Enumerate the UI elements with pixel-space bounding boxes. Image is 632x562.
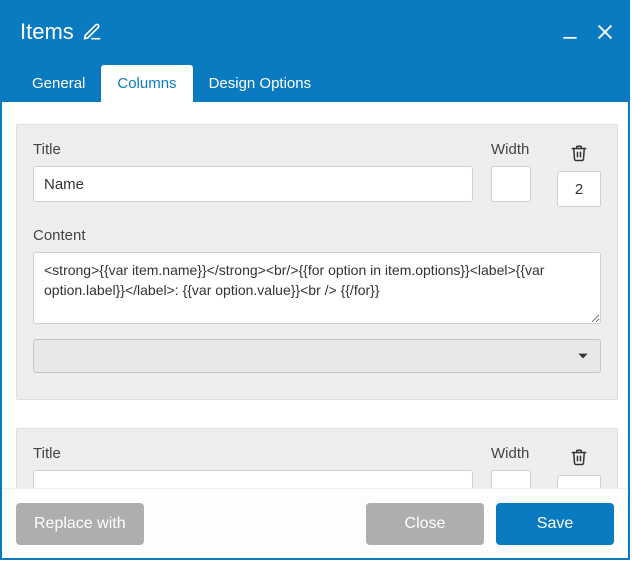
width-input[interactable] [491,166,531,202]
column-panel: Title Width Content [16,124,618,400]
title-label: Title [33,141,473,158]
width-label: Width [491,141,539,158]
title-bar: Items [2,2,628,62]
chevron-down-icon [576,349,590,363]
delete-button[interactable] [570,141,588,163]
close-button[interactable]: Close [366,503,484,545]
content-textarea[interactable] [33,252,601,324]
window-controls [560,21,616,43]
order-input[interactable] [557,475,601,488]
content-area: Title Width Content [2,102,628,488]
edit-icon[interactable] [82,22,102,42]
trash-icon [570,447,588,467]
tab-design-options[interactable]: Design Options [193,65,328,102]
title-label: Title [33,445,473,462]
minimize-button[interactable] [560,22,580,42]
dialog-footer: Replace with Close Save [2,488,628,558]
replace-with-button[interactable]: Replace with [16,503,144,545]
title-input[interactable] [33,166,473,202]
order-input[interactable] [557,171,601,207]
tab-columns[interactable]: Columns [101,65,192,102]
width-input[interactable] [491,470,531,488]
trash-icon [570,143,588,163]
window-title-text: Items [20,19,74,45]
save-button[interactable]: Save [496,503,614,545]
close-window-button[interactable] [594,21,616,43]
column-panel: Title Width [16,428,618,488]
content-label: Content [33,227,601,244]
dialog-window: Items General Columns Design Options [0,0,630,560]
title-input[interactable] [33,470,473,488]
tab-bar: General Columns Design Options [2,62,628,102]
content-scroll[interactable]: Title Width Content [2,102,628,488]
variable-select[interactable] [33,339,601,373]
window-title: Items [20,19,102,45]
width-label: Width [491,445,539,462]
tab-general[interactable]: General [16,65,101,102]
delete-button[interactable] [570,445,588,467]
